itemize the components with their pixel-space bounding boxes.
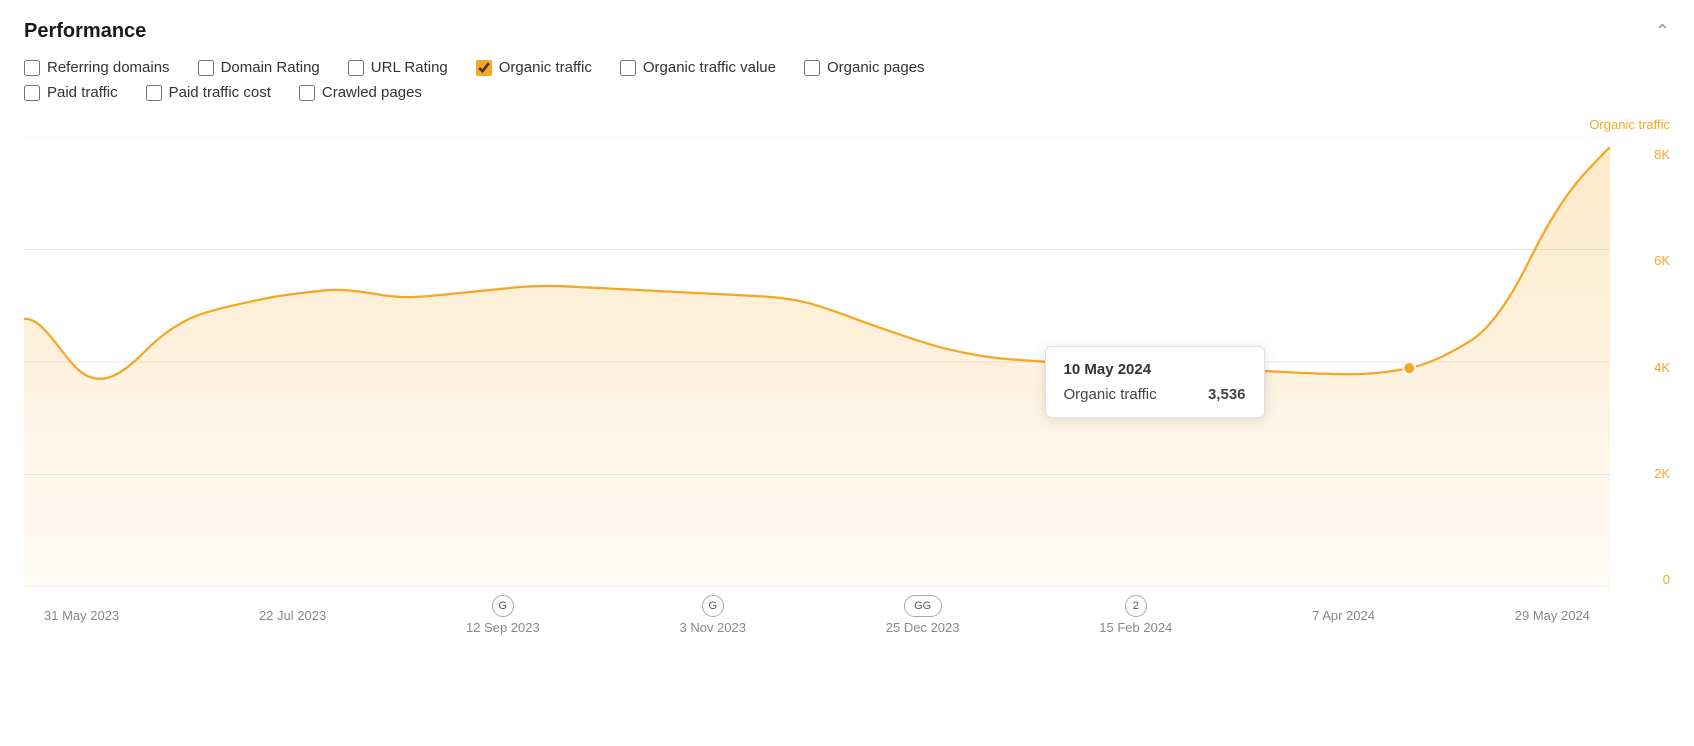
- page-title: Performance: [24, 20, 146, 43]
- y-tick-4K: 4K: [1654, 360, 1670, 375]
- checkbox-input-organic-traffic[interactable]: [476, 60, 492, 76]
- x-tick: 22 Jul 2023: [259, 608, 326, 623]
- checkbox-referring-domains[interactable]: Referring domains: [24, 59, 170, 76]
- y-tick-2K: 2K: [1654, 466, 1670, 481]
- google-marker: 2: [1125, 595, 1147, 617]
- y-tick-8K: 8K: [1654, 147, 1670, 162]
- checkbox-label-organic-pages: Organic pages: [827, 59, 925, 76]
- checkbox-paid-traffic-cost[interactable]: Paid traffic cost: [146, 84, 271, 101]
- chart-area: [24, 137, 1610, 587]
- x-tick: 7 Apr 2024: [1312, 608, 1375, 623]
- checkbox-label-url-rating: URL Rating: [371, 59, 448, 76]
- checkbox-crawled-pages[interactable]: Crawled pages: [299, 84, 422, 101]
- tooltip-value: 3,536: [1208, 386, 1246, 403]
- google-marker: G: [702, 595, 724, 617]
- checkbox-label-domain-rating: Domain Rating: [221, 59, 320, 76]
- checkbox-domain-rating[interactable]: Domain Rating: [198, 59, 320, 76]
- chart-fill: [24, 147, 1610, 587]
- x-tick-label: 12 Sep 2023: [466, 620, 540, 635]
- chart-svg: [24, 137, 1610, 587]
- x-tick: GG 25 Dec 2023: [886, 595, 960, 635]
- y-axis-values: 8K 6K 4K 2K 0: [1620, 147, 1670, 587]
- checkboxes-row-2: Paid traffic Paid traffic cost Crawled pag…: [24, 84, 1670, 101]
- checkbox-label-paid-traffic-cost: Paid traffic cost: [169, 84, 271, 101]
- checkbox-input-referring-domains[interactable]: [24, 60, 40, 76]
- tooltip-dot: [1403, 362, 1415, 374]
- x-tick: 29 May 2024: [1515, 608, 1590, 623]
- checkbox-url-rating[interactable]: URL Rating: [348, 59, 448, 76]
- checkbox-input-url-rating[interactable]: [348, 60, 364, 76]
- checkbox-organic-traffic-value[interactable]: Organic traffic value: [620, 59, 776, 76]
- x-tick-label: 29 May 2024: [1515, 608, 1590, 623]
- google-marker: G: [492, 595, 514, 617]
- x-tick-label: 22 Jul 2023: [259, 608, 326, 623]
- x-tick: 2 15 Feb 2024: [1099, 595, 1172, 635]
- checkbox-label-paid-traffic: Paid traffic: [47, 84, 118, 101]
- checkbox-input-organic-pages[interactable]: [804, 60, 820, 76]
- tooltip-metric-row: Organic traffic 3,536: [1064, 386, 1246, 403]
- checkbox-input-organic-traffic-value[interactable]: [620, 60, 636, 76]
- x-tick-label: 7 Apr 2024: [1312, 608, 1375, 623]
- x-tick: G 3 Nov 2023: [679, 595, 746, 635]
- checkbox-input-crawled-pages[interactable]: [299, 85, 315, 101]
- tooltip-metric: Organic traffic: [1064, 386, 1157, 403]
- checkbox-input-paid-traffic-cost[interactable]: [146, 85, 162, 101]
- x-tick: 31 May 2023: [44, 608, 119, 623]
- collapse-button[interactable]: ⌃: [1655, 21, 1670, 42]
- chart-tooltip: 10 May 2024 Organic traffic 3,536: [1045, 346, 1265, 418]
- x-tick-label: 3 Nov 2023: [679, 620, 746, 635]
- checkbox-input-paid-traffic[interactable]: [24, 85, 40, 101]
- checkbox-organic-traffic[interactable]: Organic traffic: [476, 59, 592, 76]
- performance-chart: Organic traffic 8K 6K 4K 2K 0: [24, 117, 1670, 637]
- checkbox-label-crawled-pages: Crawled pages: [322, 84, 422, 101]
- x-tick: G 12 Sep 2023: [466, 595, 540, 635]
- checkbox-label-referring-domains: Referring domains: [47, 59, 170, 76]
- checkbox-paid-traffic[interactable]: Paid traffic: [24, 84, 118, 101]
- checkbox-label-organic-traffic: Organic traffic: [499, 59, 592, 76]
- x-tick-label: 31 May 2023: [44, 608, 119, 623]
- y-axis-label: Organic traffic: [1589, 117, 1670, 132]
- checkboxes-row-1: Referring domains Domain Rating URL Rating…: [24, 59, 1670, 76]
- y-tick-0: 0: [1663, 572, 1670, 587]
- x-axis: 31 May 2023 22 Jul 2023 G 12 Sep 2023 G 3 Nov…: [24, 593, 1610, 637]
- google-marker: GG: [904, 595, 942, 617]
- tooltip-date: 10 May 2024: [1064, 361, 1246, 378]
- x-tick-label: 25 Dec 2023: [886, 620, 960, 635]
- x-tick-label: 15 Feb 2024: [1099, 620, 1172, 635]
- checkbox-input-domain-rating[interactable]: [198, 60, 214, 76]
- y-tick-6K: 6K: [1654, 253, 1670, 268]
- checkbox-label-organic-traffic-value: Organic traffic value: [643, 59, 776, 76]
- checkbox-organic-pages[interactable]: Organic pages: [804, 59, 925, 76]
